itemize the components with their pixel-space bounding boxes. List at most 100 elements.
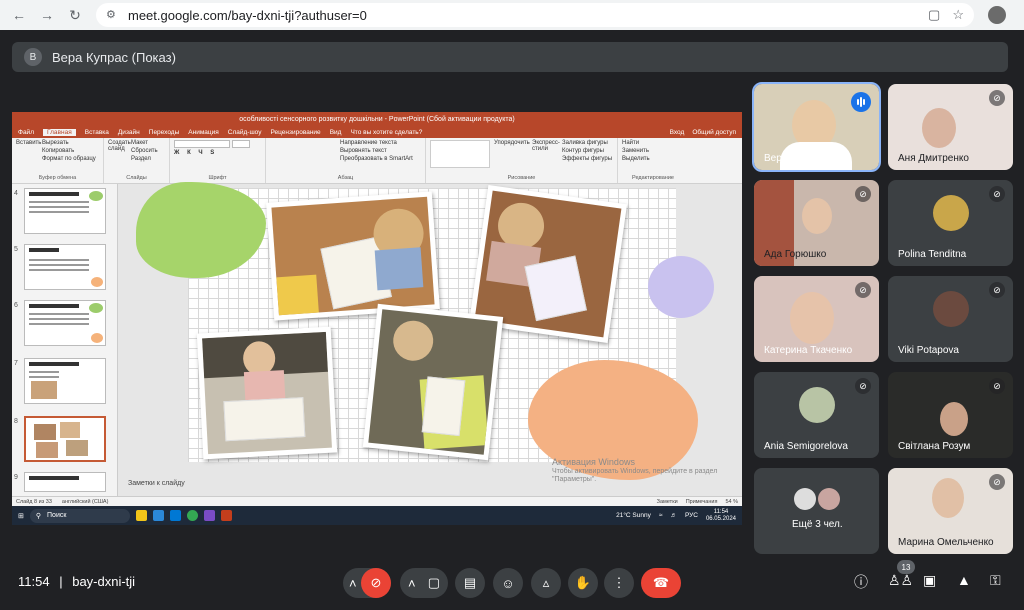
ppt-tab[interactable]: Слайд-шоу <box>228 129 262 136</box>
layout-button[interactable]: Макет <box>131 140 158 146</box>
captions-button[interactable]: ▤ <box>455 568 485 598</box>
wifi-icon[interactable]: ≈ <box>659 512 663 519</box>
windows-start-icon[interactable]: ⊞ <box>18 512 24 520</box>
weather-status[interactable]: 21°C Sunny <box>616 512 651 519</box>
zoom-level[interactable]: 54 % <box>725 499 738 505</box>
ppt-tab[interactable]: Рецензирование <box>270 129 320 136</box>
new-slide-button[interactable]: Создать слайд <box>108 140 131 175</box>
section-button[interactable]: Раздел <box>131 156 158 162</box>
reactions-button[interactable]: ☺ <box>493 568 523 598</box>
arrange-button[interactable]: Упорядочить <box>494 140 530 175</box>
shape-outline-button[interactable]: Контур фигуры <box>562 148 612 154</box>
ppt-tab[interactable]: Вид <box>330 129 342 136</box>
taskbar-clock[interactable]: 11:54 06.05.2024 <box>706 509 736 522</box>
camera-indicator-icon[interactable]: ▢ <box>928 7 940 23</box>
url-text[interactable]: meet.google.com/bay-dxni-tji?authuser=0 <box>128 8 367 23</box>
host-controls-icon[interactable]: ⚿ <box>990 572 1001 589</box>
profile-avatar[interactable] <box>988 6 1006 24</box>
participant-tile[interactable]: ⊘ Марина Омельченко <box>888 468 1013 554</box>
slide-thumbnails-pane[interactable]: 4 5 6 7 8 9 <box>12 184 118 496</box>
slide-thumbnail[interactable] <box>24 300 106 346</box>
slide-thumbnail[interactable] <box>24 358 106 404</box>
slide-thumbnail[interactable] <box>24 244 106 290</box>
smartart-button[interactable]: Преобразовать в SmartArt <box>340 156 421 162</box>
participant-tile[interactable]: ⊘ Аня Дмитренко <box>888 84 1013 170</box>
ppt-tell-me[interactable]: Что вы хотите сделать? <box>350 129 422 136</box>
participant-tile[interactable]: ⊘ Світлана Розум <box>888 372 1013 458</box>
activities-icon[interactable]: ▲ <box>957 572 971 588</box>
app-icon[interactable] <box>203 510 215 521</box>
font-size-select[interactable] <box>232 140 250 148</box>
align-text-button[interactable]: Выровнять текст <box>340 148 421 154</box>
font-format-buttons[interactable]: Ж К Ч S <box>174 150 261 156</box>
present-button[interactable]: ▵ <box>531 568 561 598</box>
taskbar-search[interactable]: ⚲ Поиск <box>29 508 130 523</box>
ppt-tab[interactable]: Дизайн <box>118 129 140 136</box>
participant-tile[interactable]: ⊘ Viki Potapova <box>888 276 1013 362</box>
arrow-left-icon[interactable]: ← <box>8 4 30 26</box>
reload-icon[interactable]: ↻ <box>64 4 86 26</box>
shape-fill-button[interactable]: Заливка фигуры <box>562 140 612 146</box>
paste-button[interactable]: Вставить <box>16 140 41 175</box>
shape-effects-button[interactable]: Эффекты фигуры <box>562 156 612 162</box>
slide-thumbnail-selected[interactable] <box>24 416 106 462</box>
ppt-tab-home[interactable]: Главная <box>42 128 76 136</box>
participant-tile[interactable]: Вера Купрас <box>752 82 881 172</box>
address-bar[interactable]: ⚙ meet.google.com/bay-dxni-tji?authuser=… <box>96 3 974 27</box>
more-participants-tile[interactable]: Ещё 3 чел. <box>754 468 879 554</box>
mail-icon[interactable] <box>169 510 181 521</box>
mic-toggle-button[interactable]: ⊘ <box>361 568 391 598</box>
replace-button[interactable]: Заменить <box>622 148 684 154</box>
reset-button[interactable]: Сбросить <box>131 148 158 154</box>
notes-toggle[interactable]: Заметки <box>657 499 678 505</box>
presenter-avatar: В <box>24 48 42 66</box>
ppt-share[interactable]: Общий доступ <box>692 129 736 136</box>
raise-hand-button[interactable]: ✋ <box>568 568 598 598</box>
arrow-right-icon[interactable]: → <box>36 4 58 26</box>
slide-notes-placeholder[interactable]: Заметки к слайду <box>128 480 185 487</box>
thumb-number: 6 <box>14 302 18 309</box>
ppt-tab[interactable]: Анимация <box>188 129 219 136</box>
leave-call-button[interactable]: ☎ <box>641 568 681 598</box>
ppt-tab[interactable]: Переходы <box>149 129 180 136</box>
ppt-tab[interactable]: Вставка <box>85 129 109 136</box>
cut-button[interactable]: Вырезать <box>42 140 96 146</box>
ppt-signin[interactable]: Вход <box>670 129 685 136</box>
bookmark-star-icon[interactable]: ☆ <box>952 7 964 23</box>
powerpoint-icon[interactable] <box>220 510 232 521</box>
volume-icon[interactable]: ♬ <box>670 512 677 519</box>
format-painter-button[interactable]: Формат по образцу <box>42 156 96 162</box>
participant-name: Ania Semigorelova <box>764 441 848 452</box>
shapes-gallery[interactable] <box>430 140 490 168</box>
chat-icon[interactable]: ▣ <box>923 572 936 589</box>
mic-off-icon: ⊘ <box>855 186 871 202</box>
participant-name: Катерина Ткаченко <box>764 345 853 356</box>
select-button[interactable]: Выделить <box>622 156 684 162</box>
participant-tile[interactable]: ⊘ Polina Tenditna <box>888 180 1013 266</box>
people-icon[interactable]: ♙♙ <box>888 572 913 589</box>
slide-thumbnail[interactable] <box>24 472 106 492</box>
copy-button[interactable]: Копировать <box>42 148 96 154</box>
text-direction-button[interactable]: Направление текста <box>340 140 421 146</box>
slide-thumbnail[interactable] <box>24 188 106 234</box>
find-button[interactable]: Найти <box>622 140 684 146</box>
comments-toggle[interactable]: Примечания <box>686 499 718 505</box>
ppt-tab[interactable]: Файл <box>18 129 34 136</box>
file-explorer-icon[interactable] <box>135 510 147 521</box>
input-language[interactable]: РУС <box>685 512 698 519</box>
info-icon[interactable]: ⓘ <box>854 572 868 592</box>
site-info-icon[interactable]: ⚙ <box>106 8 120 22</box>
participant-tile[interactable]: ⊘ Ада Горюшко <box>754 180 879 266</box>
ribbon-group-slides: Создать слайд Макет Сбросить Раздел Слай… <box>104 138 170 183</box>
participant-tile[interactable]: ⊘ Катерина Ткаченко <box>754 276 879 362</box>
more-options-button[interactable]: ⋮ <box>604 568 634 598</box>
font-name-select[interactable] <box>174 140 230 148</box>
language-status[interactable]: английский (США) <box>62 499 109 505</box>
video-toggle-button[interactable]: ˄ ▢ <box>400 568 448 598</box>
edge-icon[interactable] <box>152 510 164 521</box>
quick-styles-button[interactable]: Экспресс-стили <box>532 140 560 175</box>
participant-tile[interactable]: ⊘ Ania Semigorelova <box>754 372 879 458</box>
taskbar-time: 11:54 <box>713 508 729 515</box>
chrome-icon[interactable] <box>186 510 198 521</box>
hand-icon: ✋ <box>574 575 592 590</box>
